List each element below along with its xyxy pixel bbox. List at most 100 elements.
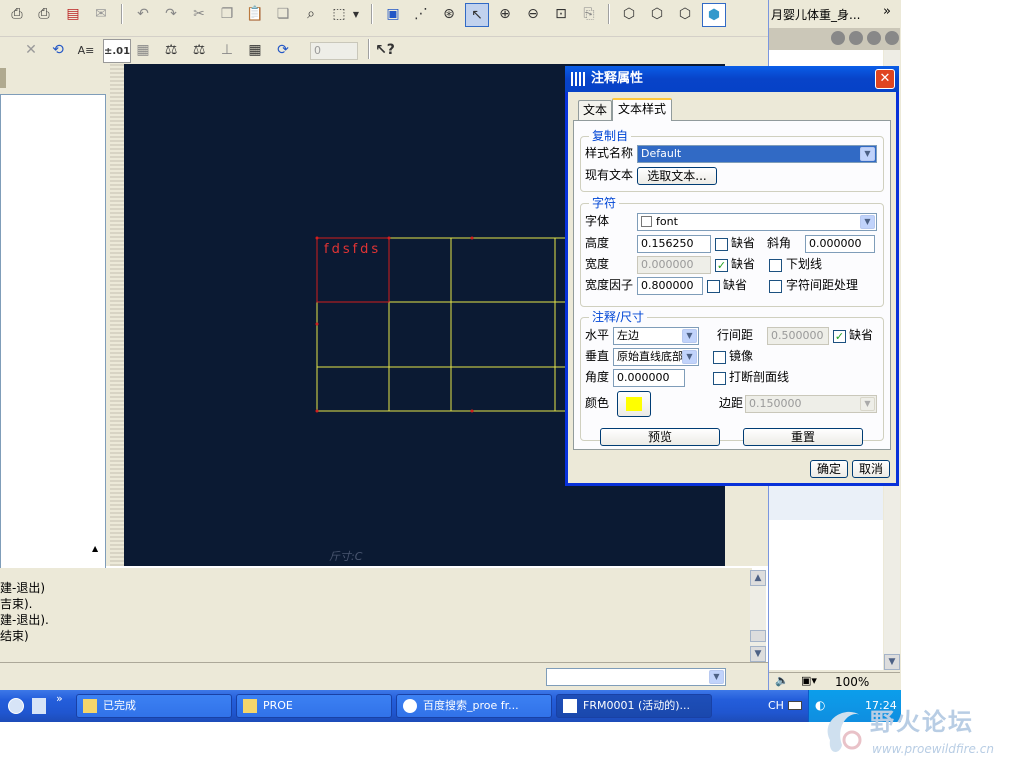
tree-collapse-icon[interactable]: ▲ [92, 544, 98, 553]
message-scrollbar[interactable]: ▲ ▼ [750, 570, 766, 662]
mirror-checkbox[interactable] [713, 351, 726, 364]
cut-icon[interactable]: ✂ [188, 3, 210, 25]
precision-button[interactable]: ±.01 [103, 39, 131, 63]
find-icon[interactable]: ⌕ [300, 3, 322, 25]
custom-symbol-icon[interactable]: ⚖ [188, 39, 210, 61]
redraw-icon[interactable]: ▣ [382, 3, 404, 25]
security-icon[interactable]: ▣▾ [801, 674, 817, 687]
angle-input[interactable]: 0.000000 [613, 369, 685, 387]
line-spacing-input[interactable]: 0.500000 [767, 327, 829, 345]
table-icon[interactable]: ▦ [244, 39, 266, 61]
keyboard-icon[interactable] [788, 701, 802, 710]
wireframe-icon[interactable]: ⬡ [618, 3, 640, 25]
filter-select[interactable]: ▼ [546, 668, 726, 686]
color-button[interactable] [617, 391, 651, 417]
datum-points-icon[interactable]: ⋰ [410, 3, 432, 25]
zoom-level[interactable]: 100% [835, 675, 869, 689]
home-icon[interactable] [831, 31, 845, 45]
close-button[interactable]: ✕ [875, 69, 895, 89]
select-text-button[interactable]: 选取文本... [637, 167, 717, 185]
undo-icon[interactable]: ↶ [132, 3, 154, 25]
table-update-icon[interactable]: ⟳ [272, 39, 294, 61]
hidden-line-icon[interactable]: ⬡ [646, 3, 668, 25]
break-hatch-checkbox[interactable] [713, 372, 726, 385]
symbol-icon[interactable]: ⚖ [160, 39, 182, 61]
tab-text-style[interactable]: 文本样式 [612, 98, 672, 121]
print-setup-icon[interactable]: ⎙ [33, 3, 55, 25]
select-cursor-icon[interactable]: ↖ [465, 3, 489, 27]
datum-target-icon[interactable]: ⊥ [216, 39, 238, 61]
dialog-title: 注释属性 [591, 71, 644, 86]
chevron-right-icon[interactable]: » [883, 4, 891, 19]
reset-button[interactable]: 重置 [743, 428, 863, 446]
sheet-number-input[interactable]: 0 [310, 42, 358, 60]
refit-icon[interactable]: ⊡ [550, 3, 572, 25]
ok-button[interactable]: 确定 [810, 460, 848, 478]
width-input[interactable]: 0.000000 [637, 256, 711, 274]
copy-icon[interactable]: ❐ [216, 3, 238, 25]
close-icon[interactable] [885, 31, 899, 45]
regenerate-icon[interactable]: ⟲ [47, 39, 69, 61]
underline-checkbox[interactable] [769, 259, 782, 272]
canvas-left-sash[interactable] [112, 64, 124, 566]
width-default-checkbox[interactable]: ✓ [715, 259, 728, 272]
scroll-thumb[interactable] [750, 630, 766, 642]
width-factor-input[interactable]: 0.800000 [637, 277, 703, 295]
taskbar-item-completed[interactable]: 已完成 [76, 694, 232, 718]
kerning-checkbox[interactable] [769, 280, 782, 293]
language-indicator[interactable]: CH [768, 699, 784, 712]
back-icon[interactable] [849, 31, 863, 45]
speaker-icon[interactable]: 🔈 [775, 674, 789, 687]
quicklaunch-more[interactable]: » [56, 692, 63, 705]
scroll-down-icon[interactable]: ▼ [750, 646, 766, 662]
cancel-button[interactable]: 取消 [852, 460, 890, 478]
width-factor-default-checkbox[interactable] [707, 280, 720, 293]
taskbar-item-baidu[interactable]: 百度搜索_proe fr... [396, 694, 552, 718]
font-select[interactable]: font ▼ [637, 213, 877, 231]
print-icon[interactable]: ⎙ [6, 3, 28, 25]
shading-icon[interactable]: ⬢ [702, 3, 726, 27]
vertical-label: 垂直 [585, 349, 610, 363]
scroll-up-icon[interactable]: ▲ [750, 570, 766, 586]
context-help-icon[interactable]: ↖? [374, 39, 396, 61]
desktop-quicklaunch-icon[interactable] [32, 698, 46, 714]
color-label: 颜色 [585, 396, 610, 410]
taskbar-item-frm0001[interactable]: FRM0001 (活动的)... [556, 694, 712, 718]
send-mail-icon[interactable]: ✉ [90, 3, 112, 25]
note-text[interactable]: fdsfds [324, 242, 381, 257]
margin-select[interactable]: 0.150000 ▼ [745, 395, 877, 413]
horizontal-select[interactable]: 左边 ▼ [613, 327, 699, 345]
delete-icon[interactable]: ✕ [20, 39, 42, 61]
select-box-icon[interactable]: ⬚ [328, 3, 350, 25]
preview-button[interactable]: 预览 [600, 428, 720, 446]
line-spacing-default-checkbox[interactable]: ✓ [833, 330, 846, 343]
pdf-icon[interactable]: ▤ [62, 3, 84, 25]
panel-toggle[interactable] [0, 68, 6, 88]
model-tree[interactable] [0, 94, 106, 629]
scroll-down-icon[interactable]: ▼ [884, 654, 900, 670]
tab-text[interactable]: 文本 [578, 100, 612, 120]
forward-icon[interactable] [867, 31, 881, 45]
spin-center-icon[interactable]: ⊛ [438, 3, 460, 25]
vertical-select[interactable]: 原始直线底部 ▼ [613, 348, 699, 366]
paste-special-icon[interactable]: ❏ [272, 3, 294, 25]
model-tree-panel: ▲ [0, 64, 124, 629]
redo-icon[interactable]: ↷ [160, 3, 182, 25]
browser-tab-title[interactable]: 月婴儿体重_身... [771, 6, 860, 23]
slant-input[interactable]: 0.000000 [805, 235, 875, 253]
paste-icon[interactable]: 📋 [244, 3, 266, 25]
ie-quicklaunch-icon[interactable] [8, 698, 24, 714]
orient-icon[interactable]: ⎘ [578, 3, 600, 25]
hatch-icon[interactable]: ▦ [132, 39, 154, 61]
height-default-checkbox[interactable] [715, 238, 728, 251]
no-hidden-icon[interactable]: ⬡ [674, 3, 696, 25]
dialog-titlebar[interactable]: 注释属性 ✕ [565, 66, 899, 92]
text-style-icon[interactable]: A≡ [75, 39, 97, 61]
font-label: 字体 [585, 214, 610, 228]
style-name-select[interactable]: Default ▼ [637, 145, 877, 163]
taskbar-item-proe-folder[interactable]: PROE [236, 694, 392, 718]
height-input[interactable]: 0.156250 [637, 235, 711, 253]
chevron-down-icon[interactable]: ▼ [350, 3, 362, 25]
zoom-out-icon[interactable]: ⊖ [522, 3, 544, 25]
zoom-in-icon[interactable]: ⊕ [494, 3, 516, 25]
